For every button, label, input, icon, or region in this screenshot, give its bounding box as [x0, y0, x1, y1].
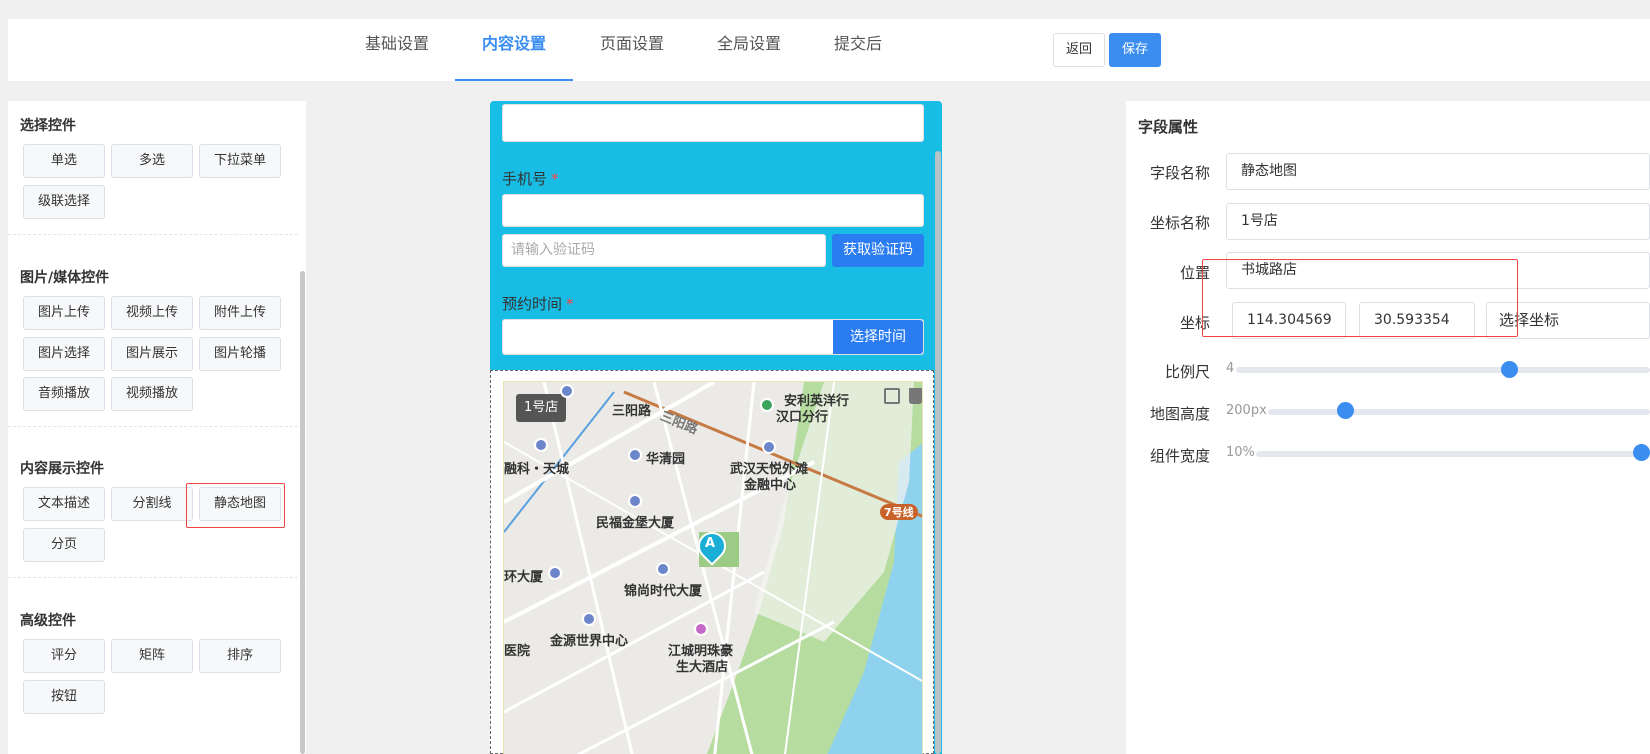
- map-label: 华清园: [646, 452, 686, 467]
- map-height-slider[interactable]: [1268, 409, 1650, 415]
- coord-name-input[interactable]: 1号店: [1226, 203, 1650, 240]
- control-image-display[interactable]: 图片展示: [111, 337, 193, 371]
- map-label: 生大酒店: [676, 660, 729, 675]
- scale-label: 比例尺: [1164, 363, 1210, 381]
- map-label: 环大厦: [504, 570, 544, 585]
- group-title: 内容展示控件: [20, 461, 104, 477]
- top-bar: 基础设置 内容设置 页面设置 全局设置 提交后 返回 保存: [8, 19, 1650, 81]
- map-label: 三阳路: [612, 404, 652, 419]
- phone-label: 手机号 *: [502, 170, 559, 188]
- scale-slider[interactable]: [1236, 367, 1650, 373]
- map-marker-label: A: [705, 536, 716, 551]
- component-width-slider-handle[interactable]: [1633, 444, 1650, 461]
- control-image-select[interactable]: 图片选择: [23, 337, 105, 371]
- preview-scrollbar[interactable]: [935, 151, 941, 754]
- form-preview: 手机号 * 请输入验证码 获取验证码 预约时间 * 选择时间 1号店 三阳路 三…: [490, 101, 942, 754]
- map-height-slider-handle[interactable]: [1337, 402, 1354, 419]
- control-sort[interactable]: 排序: [199, 639, 281, 673]
- component-width-slider[interactable]: [1256, 451, 1650, 457]
- poi-icon: [548, 566, 562, 580]
- control-cascader[interactable]: 级联选择: [23, 185, 105, 219]
- map-label: 汉口分行: [776, 410, 829, 425]
- control-image-upload[interactable]: 图片上传: [23, 296, 105, 330]
- map-roads: [504, 382, 922, 754]
- component-width-value: 10%: [1226, 445, 1255, 460]
- highlight-box: [186, 483, 285, 528]
- control-divider[interactable]: 分割线: [111, 487, 193, 521]
- map-label: 金源世界中心: [550, 634, 629, 649]
- map-height-label: 地图高度: [1149, 405, 1210, 423]
- properties-title: 字段属性: [1138, 118, 1199, 136]
- control-image-carousel[interactable]: 图片轮播: [199, 337, 281, 371]
- map-label: 医院: [504, 644, 531, 659]
- coord-label: 坐标: [1179, 314, 1210, 332]
- location-label: 位置: [1179, 264, 1210, 282]
- group-advanced-controls: 高级控件 评分 矩阵 排序 按钮: [8, 596, 298, 754]
- poi-icon: [760, 398, 774, 412]
- poi-icon: [628, 448, 642, 462]
- component-width-label: 组件宽度: [1149, 447, 1210, 465]
- map-location-tag: 1号店: [516, 394, 567, 422]
- control-radio[interactable]: 单选: [23, 144, 105, 178]
- control-checkbox[interactable]: 多选: [111, 144, 193, 178]
- code-input[interactable]: 请输入验证码: [502, 234, 826, 267]
- field-name-input[interactable]: 静态地图: [1226, 153, 1650, 190]
- field-name-label: 字段名称: [1149, 164, 1210, 182]
- get-code-button[interactable]: 获取验证码: [832, 234, 924, 267]
- save-button[interactable]: 保存: [1109, 33, 1161, 67]
- poi-icon: [694, 622, 708, 636]
- metro-line-badge: 7号线: [880, 504, 918, 520]
- scale-value: 4: [1226, 361, 1235, 376]
- tab-after-submit[interactable]: 提交后: [834, 19, 882, 81]
- scale-slider-handle[interactable]: [1501, 361, 1518, 378]
- group-display-controls: 内容展示控件 文本描述 分割线 静态地图 分页: [8, 444, 298, 578]
- name-input[interactable]: [502, 104, 924, 142]
- map-height-value: 200px: [1226, 403, 1267, 418]
- control-pagination[interactable]: 分页: [23, 528, 105, 562]
- poi-icon: [628, 494, 642, 508]
- properties-panel: 字段属性 字段名称 静态地图 坐标名称 1号店 位置 书城路店 坐标 114.3…: [1126, 101, 1650, 754]
- map-label: 民福金堡大厦: [596, 516, 675, 531]
- control-dropdown[interactable]: 下拉菜单: [199, 144, 281, 178]
- copy-icon[interactable]: [884, 388, 900, 404]
- back-button[interactable]: 返回: [1053, 33, 1105, 67]
- control-matrix[interactable]: 矩阵: [111, 639, 193, 673]
- control-video-upload[interactable]: 视频上传: [111, 296, 193, 330]
- map-label: 锦尚时代大厦: [624, 584, 703, 599]
- control-rating[interactable]: 评分: [23, 639, 105, 673]
- tab-page[interactable]: 页面设置: [600, 19, 664, 81]
- static-map[interactable]: 1号店 三阳路 三阳路 安利英洋行 汉口分行 融科・天城 华清园 武汉天悦外滩 …: [503, 381, 923, 754]
- group-title: 高级控件: [20, 613, 76, 629]
- pick-time-button[interactable]: 选择时间: [833, 320, 923, 354]
- poi-icon: [582, 612, 596, 626]
- tab-content[interactable]: 内容设置: [482, 19, 546, 81]
- poi-icon: [560, 384, 574, 398]
- group-select-controls: 选择控件 单选 多选 下拉菜单 级联选择: [8, 101, 298, 235]
- coord-name-label: 坐标名称: [1149, 214, 1210, 232]
- delete-icon[interactable]: [909, 388, 922, 404]
- tab-global[interactable]: 全局设置: [717, 19, 781, 81]
- active-tab-underline: [455, 79, 573, 81]
- phone-input[interactable]: [502, 194, 924, 227]
- control-button[interactable]: 按钮: [23, 680, 105, 714]
- time-label: 预约时间 *: [502, 295, 574, 313]
- poi-icon: [656, 562, 670, 576]
- controls-panel: 选择控件 单选 多选 下拉菜单 级联选择 图片/媒体控件 图片上传 视频上传 附…: [8, 101, 306, 754]
- poi-icon: [534, 438, 548, 452]
- group-title: 选择控件: [20, 118, 76, 134]
- control-file-upload[interactable]: 附件上传: [199, 296, 281, 330]
- control-video-play[interactable]: 视频播放: [111, 377, 193, 411]
- map-label: 金融中心: [744, 478, 797, 493]
- static-map-component[interactable]: 1号店 三阳路 三阳路 安利英洋行 汉口分行 融科・天城 华清园 武汉天悦外滩 …: [490, 370, 934, 754]
- group-title: 图片/媒体控件: [20, 270, 110, 286]
- tab-basic[interactable]: 基础设置: [365, 19, 429, 81]
- control-audio-play[interactable]: 音频播放: [23, 377, 105, 411]
- poi-icon: [762, 440, 776, 454]
- control-text-description[interactable]: 文本描述: [23, 487, 105, 521]
- map-label: 融科・天城: [504, 462, 570, 477]
- left-scrollbar[interactable]: [300, 271, 305, 754]
- group-media-controls: 图片/媒体控件 图片上传 视频上传 附件上传 图片选择 图片展示 图片轮播 音频…: [8, 253, 298, 427]
- highlight-box: [1202, 259, 1518, 337]
